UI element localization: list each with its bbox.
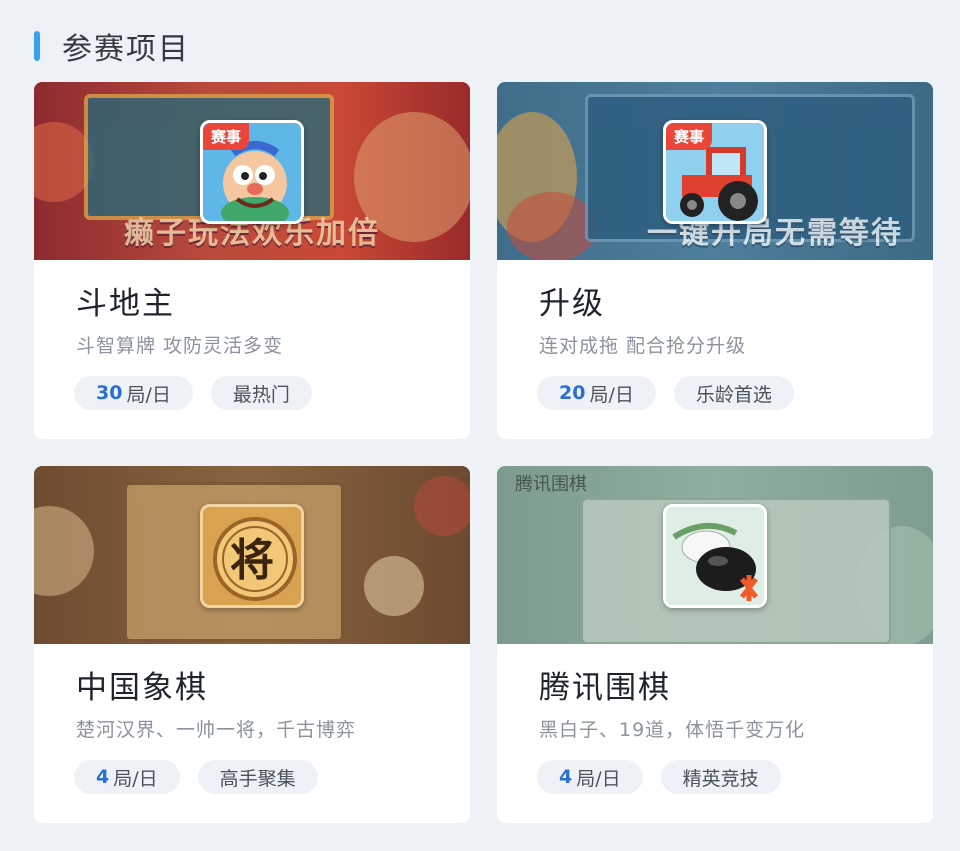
games-per-day-unit: 局/日 xyxy=(113,767,158,790)
games-per-day-unit: 局/日 xyxy=(576,767,621,790)
game-description: 黑白子、19道，体悟千变万化 xyxy=(539,719,806,741)
feature-tag-pill: 高手聚集 xyxy=(197,760,318,794)
event-badge: 赛事 xyxy=(666,123,713,150)
feature-tag-pill: 精英竞技 xyxy=(660,760,781,794)
games-per-day-unit: 局/日 xyxy=(126,383,171,406)
games-per-day-count: 20 xyxy=(559,382,586,404)
games-per-day-unit: 局/日 xyxy=(589,383,634,406)
game-description: 楚河汉界、一帅一将，千古博弈 xyxy=(76,719,357,741)
event-badge: 赛事 xyxy=(203,123,250,150)
go-stone-icon xyxy=(663,504,767,608)
game-title: 斗地主 xyxy=(76,286,175,322)
clown-face-icon: 赛事 xyxy=(200,120,304,224)
game-tags: 20 局/日 乐龄首选 xyxy=(537,376,794,410)
games-per-day-count: 4 xyxy=(96,766,110,788)
games-per-day-pill: 4 局/日 xyxy=(537,760,643,794)
feature-tag-pill: 最热门 xyxy=(210,376,312,410)
games-per-day-pill: 20 局/日 xyxy=(537,376,656,410)
xiangqi-piece-icon: 将 xyxy=(200,504,304,608)
game-tags: 4 局/日 精英竞技 xyxy=(537,760,781,794)
game-banner: 将 xyxy=(34,466,470,644)
tractor-icon: 赛事 xyxy=(663,120,767,224)
section-accent-bar xyxy=(34,31,40,61)
game-banner: 腾讯围棋 xyxy=(497,466,933,644)
game-title: 升级 xyxy=(539,286,605,322)
games-per-day-count: 30 xyxy=(96,382,123,404)
games-per-day-pill: 4 局/日 xyxy=(74,760,180,794)
section-header: 参赛项目 xyxy=(34,26,190,67)
game-tags: 4 局/日 高手聚集 xyxy=(74,760,318,794)
game-card-xiangqi[interactable]: 将 中国象棋 楚河汉界、一帅一将，千古博弈 4 局/日 高手聚集 xyxy=(34,466,470,823)
game-banner: 一键开局无需等待 赛事 xyxy=(497,82,933,260)
game-tags: 30 局/日 最热门 xyxy=(74,376,312,410)
section-title: 参赛项目 xyxy=(62,32,190,67)
game-description: 斗智算牌 攻防灵活多变 xyxy=(76,335,284,357)
games-per-day-pill: 30 局/日 xyxy=(74,376,193,410)
feature-tag-pill: 乐龄首选 xyxy=(673,376,794,410)
games-per-day-count: 4 xyxy=(559,766,573,788)
game-card-weiqi[interactable]: 腾讯围棋 腾讯围棋 黑白子、19道，体悟千变万化 4 局/日 精英竞技 xyxy=(497,466,933,823)
game-card-doudizhu[interactable]: 癞子玩法欢乐加倍 赛事 斗地主 斗智算牌 攻防灵活多变 30 局/日 最热门 xyxy=(34,82,470,439)
game-banner: 癞子玩法欢乐加倍 赛事 xyxy=(34,82,470,260)
game-title: 中国象棋 xyxy=(76,670,208,706)
game-title: 腾讯围棋 xyxy=(539,670,671,706)
xiangqi-piece-character: 将 xyxy=(230,535,274,586)
game-card-shengji[interactable]: 一键开局无需等待 赛事 升级 连对成拖 配合抢分升级 20 局/日 乐龄首选 xyxy=(497,82,933,439)
game-description: 连对成拖 配合抢分升级 xyxy=(539,335,747,357)
banner-logo-text: 腾讯围棋 xyxy=(515,474,587,495)
